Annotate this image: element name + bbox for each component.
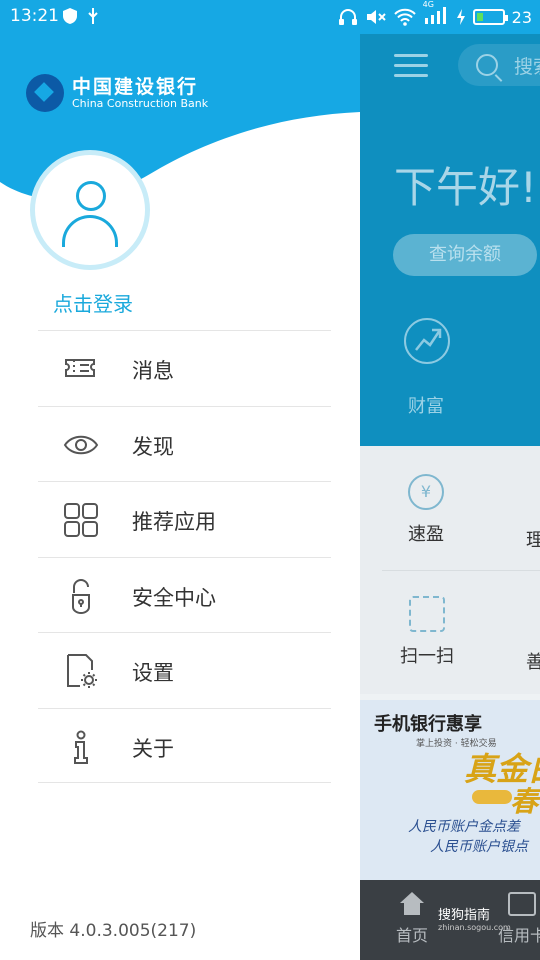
quick-item-li[interactable]: 理: [526, 526, 540, 552]
settings-gear-icon: [67, 654, 97, 688]
ccb-logo: 中国建设银行 China Construction Bank: [26, 74, 208, 112]
battery-percent: 23: [511, 7, 532, 27]
menu-item-discover[interactable]: 发现: [38, 405, 331, 482]
avatar[interactable]: [30, 150, 150, 270]
ccb-logo-icon: [26, 74, 64, 112]
message-ticket-icon: [65, 359, 95, 377]
search-icon: [476, 54, 498, 76]
signal-icon: 4G: [423, 0, 449, 28]
lock-icon: [72, 578, 90, 614]
wealth-label[interactable]: 财富: [408, 392, 444, 418]
apps-grid-icon: [64, 503, 98, 537]
tab-home[interactable]: 首页: [396, 892, 428, 946]
yen-icon: ¥: [408, 474, 444, 510]
quick-item-scan[interactable]: 扫一扫: [400, 596, 454, 668]
banner-title: 手机银行惠享: [374, 714, 482, 735]
charging-icon: [456, 9, 465, 25]
status-time: 13:21: [10, 6, 59, 26]
main-header: 搜索 下午好! 查询余额 财富: [360, 34, 540, 446]
network-type: 4G: [422, 0, 434, 9]
menu-item-settings[interactable]: 设置: [38, 632, 331, 708]
battery-level: [476, 13, 483, 21]
divider: [382, 570, 540, 571]
scan-icon: [409, 596, 445, 632]
promo-banner[interactable]: 手机银行惠享 掌上投资 · 轻松交易 真金白 春 人民币账户金点差 人民币账户银…: [360, 700, 540, 880]
greeting: 下午好!: [394, 163, 537, 212]
banner-headline-2: 春: [510, 785, 539, 818]
gold-coins-graphic: [472, 790, 512, 804]
search-bar[interactable]: 搜索: [458, 44, 540, 86]
headphones-icon: [338, 9, 357, 25]
login-link[interactable]: 点击登录: [53, 288, 133, 317]
battery-icon: [472, 9, 508, 25]
app-version: 版本 4.0.3.005(217): [30, 921, 197, 941]
check-balance-button[interactable]: 查询余额: [393, 234, 537, 276]
wifi-icon: [393, 8, 416, 26]
mute-icon: [366, 10, 386, 24]
search-placeholder: 搜索: [514, 56, 540, 78]
quick-item-shan[interactable]: 善: [526, 648, 540, 674]
menu-item-messages[interactable]: 消息: [38, 330, 331, 406]
banner-line-2: 人民币账户银点: [430, 839, 528, 855]
info-icon: [74, 730, 88, 764]
tab-credit-card[interactable]: 信用卡: [498, 892, 540, 946]
drawer-menu: 消息 发现 推荐应用 安全中心 设置 关于: [38, 330, 331, 783]
menu-item-security-center[interactable]: 安全中心: [38, 556, 331, 633]
logo-chinese: 中国建设银行: [72, 75, 199, 98]
home-icon: [398, 892, 426, 916]
menu-icon[interactable]: [394, 54, 428, 77]
menu-item-recommended-apps[interactable]: 推荐应用: [38, 481, 331, 557]
eye-icon: [63, 435, 99, 454]
usb-icon: [88, 8, 98, 24]
status-bar: 13:21 4G 23: [0, 0, 540, 34]
wealth-chart-icon[interactable]: [404, 318, 450, 364]
card-icon: [508, 892, 536, 916]
banner-line-1: 人民币账户金点差: [408, 819, 520, 835]
main-screen: 搜索 下午好! 查询余额 财富 ¥ 速盈 理 扫一扫 善 手机银行惠享 掌上投资…: [360, 34, 540, 960]
side-drawer: 中国建设银行 China Construction Bank 点击登录 消息 发…: [0, 34, 360, 960]
shield-icon: [63, 8, 77, 24]
bottom-tab-bar: 首页 搜狗指南 zhinan.sogou.com 信用卡: [360, 880, 540, 960]
logo-english: China Construction Bank: [72, 96, 209, 110]
menu-item-about[interactable]: 关于: [38, 707, 331, 783]
quick-item-suying[interactable]: ¥ 速盈: [408, 474, 444, 546]
